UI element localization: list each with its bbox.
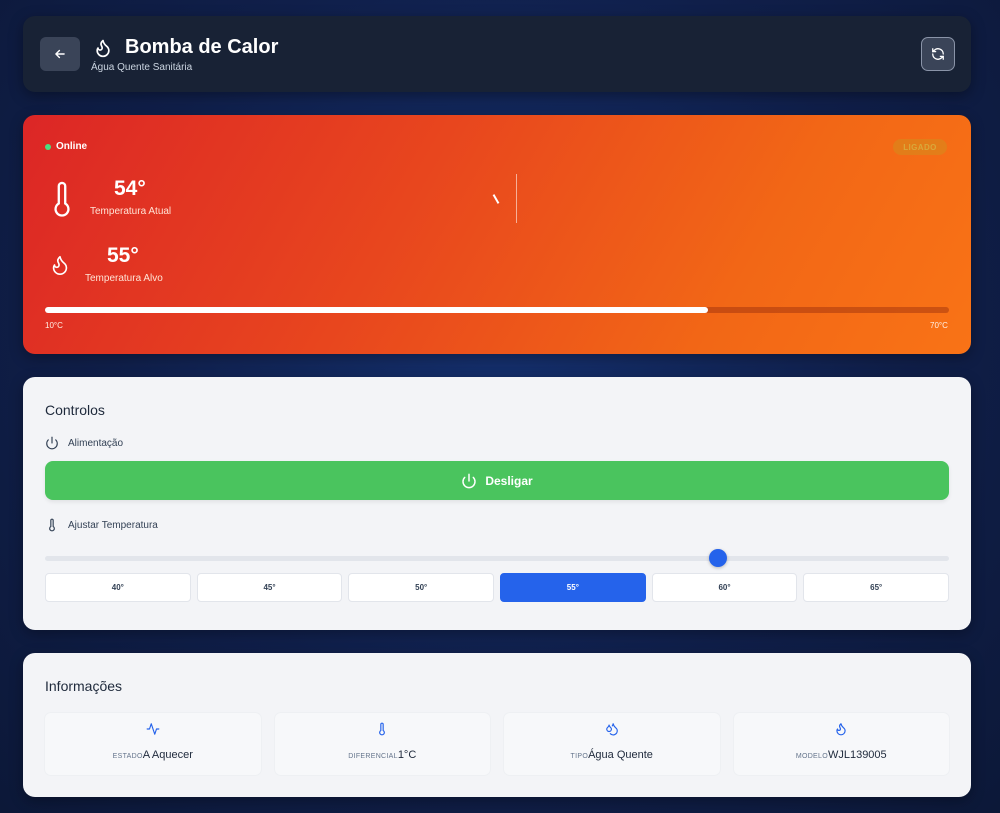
temperature-range-bar bbox=[45, 307, 949, 313]
info-key: MODELO bbox=[795, 753, 828, 760]
info-tile-diferencial: DIFERENCIAL 1°C bbox=[274, 713, 490, 775]
info-value: Água Quente bbox=[588, 749, 653, 761]
flame-icon bbox=[96, 39, 110, 58]
temperature-presets: 40° 45° 50° 55° 60° 65° bbox=[45, 573, 950, 602]
info-tile-modelo: MODELO WJL139005 bbox=[733, 713, 949, 775]
info-key: DIFERENCIAL bbox=[348, 753, 398, 760]
info-value: A Aquecer bbox=[142, 749, 193, 761]
controls-title: Controlos bbox=[45, 402, 105, 418]
current-temperature-label: Temperatura Atual bbox=[90, 206, 172, 217]
online-status: Online bbox=[56, 141, 88, 152]
target-temperature-label: Temperatura Alvo bbox=[85, 273, 163, 284]
power-off-button[interactable]: Desligar bbox=[45, 461, 949, 500]
page-title: Bomba de Calor bbox=[125, 36, 279, 58]
droplets-icon bbox=[605, 723, 618, 736]
state-badge: LIGADO bbox=[893, 139, 947, 155]
refresh-button[interactable] bbox=[921, 37, 955, 71]
power-button-label: Desligar bbox=[485, 473, 533, 488]
power-icon bbox=[46, 436, 58, 450]
power-icon bbox=[462, 473, 477, 488]
preset-50-button[interactable]: 50° bbox=[348, 573, 495, 602]
temperature-slider-track[interactable] bbox=[45, 556, 949, 561]
preset-65-button[interactable]: 65° bbox=[803, 573, 950, 602]
power-label: Alimentação bbox=[68, 437, 124, 449]
app-header: Bomba de Calor Água Quente Sanitária bbox=[23, 16, 971, 92]
info-value: 1°C bbox=[397, 749, 417, 761]
info-key: ESTADO bbox=[112, 753, 143, 760]
preset-55-button[interactable]: 55° bbox=[500, 573, 646, 602]
target-temperature: 55° bbox=[107, 244, 139, 267]
info-title: Informações bbox=[45, 678, 123, 694]
range-max-label: 70°C bbox=[930, 321, 948, 330]
flame-icon bbox=[52, 255, 68, 275]
info-card: Informações ESTADO A Aquecer DIFERENCIAL… bbox=[23, 653, 971, 797]
preset-45-button[interactable]: 45° bbox=[196, 573, 343, 602]
arrow-left-icon bbox=[55, 49, 65, 59]
temperature-section-label: Ajustar Temperatura bbox=[45, 518, 158, 532]
temperature-adjust-label: Ajustar Temperatura bbox=[68, 519, 158, 531]
temperature-range-fill bbox=[45, 307, 708, 313]
current-temperature: 54° bbox=[114, 177, 146, 200]
flame-icon bbox=[836, 723, 846, 736]
power-section-label: Alimentação bbox=[45, 436, 123, 450]
info-key: TIPO bbox=[570, 753, 589, 760]
controls-card: Controlos Alimentação Desligar Ajustar T… bbox=[23, 377, 971, 630]
status-card: Online LIGADO 54° Temperatura Atual 55° … bbox=[23, 115, 971, 354]
page-subtitle: Água Quente Sanitária bbox=[91, 62, 193, 73]
online-indicator-dot bbox=[45, 144, 51, 150]
info-grid: ESTADO A Aquecer DIFERENCIAL 1°C TIPO Ág… bbox=[45, 713, 949, 775]
temperature-slider-thumb[interactable] bbox=[709, 549, 728, 567]
thermometer-icon bbox=[54, 181, 70, 217]
gauge-needle bbox=[492, 194, 500, 204]
info-tile-tipo: TIPO Água Quente bbox=[504, 713, 720, 775]
gauge-divider bbox=[516, 174, 517, 223]
thermometer-icon bbox=[49, 518, 55, 532]
preset-40-button[interactable]: 40° bbox=[45, 573, 191, 602]
activity-icon bbox=[146, 723, 160, 735]
info-value: WJL139005 bbox=[827, 749, 887, 761]
info-tile-estado: ESTADO A Aquecer bbox=[45, 713, 261, 775]
thermometer-icon bbox=[379, 722, 386, 736]
range-min-label: 10°C bbox=[45, 321, 63, 330]
back-button[interactable] bbox=[40, 37, 80, 71]
refresh-icon bbox=[932, 48, 944, 60]
preset-60-button[interactable]: 60° bbox=[651, 573, 798, 602]
